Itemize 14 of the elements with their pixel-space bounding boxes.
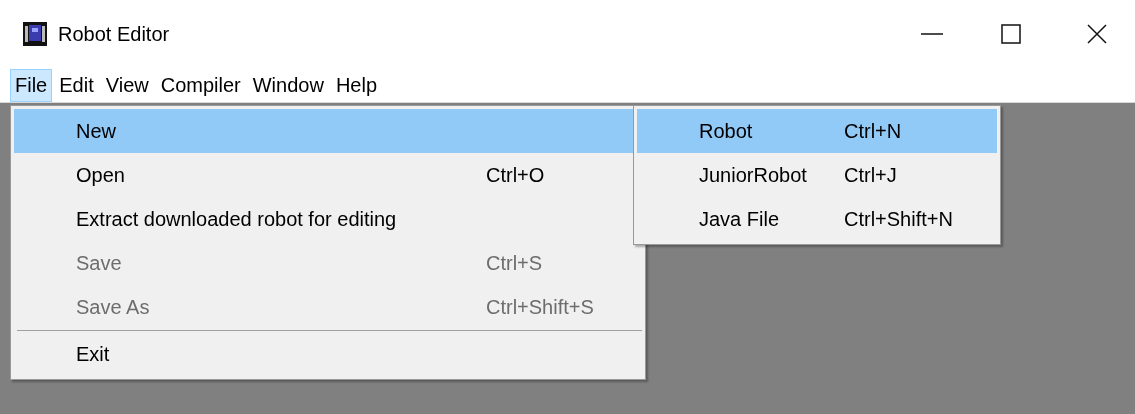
window-title: Robot Editor [58,22,170,47]
close-icon[interactable] [1087,24,1107,44]
maximize-icon[interactable] [1001,24,1021,44]
menu-option[interactable]: Exit [14,332,642,376]
menu-item[interactable]: Help [330,68,382,102]
menu-item[interactable]: File [10,68,53,102]
menu-option[interactable]: JuniorRobot Ctrl+J [637,153,997,197]
menu-item[interactable]: Edit [54,68,99,102]
robot-icon [23,22,47,46]
menu-item[interactable]: Compiler [155,68,246,102]
menu-option[interactable]: Robot Ctrl+N [637,109,997,153]
menu-item[interactable]: View [100,68,154,102]
menu-option[interactable]: Java File Ctrl+Shift+N [637,197,997,241]
menu-item[interactable]: Window [247,68,329,102]
